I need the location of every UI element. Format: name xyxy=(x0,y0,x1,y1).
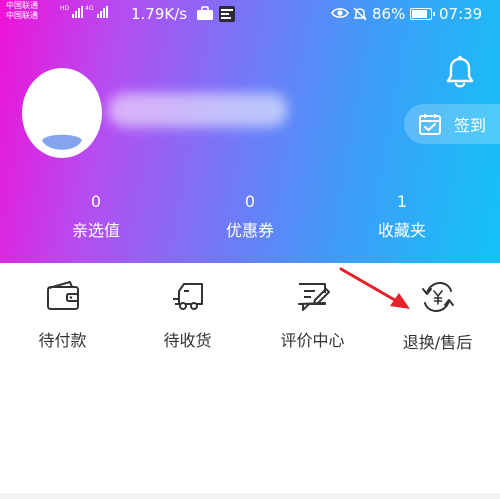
bell-off-icon xyxy=(353,7,367,21)
red-arrow-icon xyxy=(339,267,410,309)
stat-value: 0 xyxy=(90,192,102,211)
network-type-1: HD xyxy=(60,5,70,12)
briefcase-icon xyxy=(197,6,213,20)
review-edit-icon xyxy=(297,283,330,311)
stat-favorites[interactable]: 1 收藏夹 xyxy=(352,192,452,242)
carrier-line-1: 中国联通 xyxy=(6,1,38,10)
wallet-icon xyxy=(46,281,79,310)
username-blurred xyxy=(108,93,288,127)
calendar-check-icon xyxy=(419,114,441,135)
bottom-divider xyxy=(0,493,500,499)
order-shortcuts: 待付款 待收货 评价中心 退换/售后 xyxy=(0,263,500,493)
stat-affinity[interactable]: 0 亲选值 xyxy=(46,192,146,242)
stat-label: 收藏夹 xyxy=(377,221,426,240)
avatar-icon[interactable] xyxy=(22,68,102,158)
stat-value: 1 xyxy=(396,192,408,211)
battery-icon xyxy=(410,8,435,20)
bell-icon[interactable] xyxy=(443,54,477,90)
refund-exchange-icon xyxy=(421,281,454,313)
stat-label: 亲选值 xyxy=(71,221,120,240)
stat-label: 优惠券 xyxy=(225,221,274,240)
clock: 07:39 xyxy=(439,5,483,23)
eye-icon xyxy=(331,8,349,18)
battery-percent: 86% xyxy=(372,5,406,23)
signal-icon-2 xyxy=(97,6,108,18)
battery-fill xyxy=(412,10,427,18)
stat-coupons[interactable]: 0 优惠券 xyxy=(200,192,300,242)
order-pending-payment[interactable]: 待付款 xyxy=(0,279,125,359)
order-label: 待收货 xyxy=(163,331,212,350)
order-label: 待付款 xyxy=(38,331,87,350)
profile-header: 中国联通 中国联通 HD 4G 1.79K/s 86% 07:39 签到 0 亲… xyxy=(0,0,500,263)
network-speed: 1.79K/s xyxy=(131,5,188,23)
sign-in-label: 签到 xyxy=(454,116,487,135)
carrier-info: 中国联通 中国联通 xyxy=(6,1,38,21)
stat-value: 0 xyxy=(244,192,256,211)
order-to-receive[interactable]: 待收货 xyxy=(125,279,250,359)
signal-icon xyxy=(72,6,83,18)
network-type-2: 4G xyxy=(85,5,94,12)
status-bar: 中国联通 中国联通 HD 4G 1.79K/s 86% 07:39 xyxy=(0,0,500,30)
app-badge-icon xyxy=(219,6,235,22)
sign-in-button[interactable]: 签到 xyxy=(404,104,500,144)
order-label: 退换/售后 xyxy=(402,333,473,352)
delivery-truck-icon xyxy=(172,283,203,310)
order-label: 评价中心 xyxy=(280,331,345,350)
carrier-line-2: 中国联通 xyxy=(6,11,38,20)
